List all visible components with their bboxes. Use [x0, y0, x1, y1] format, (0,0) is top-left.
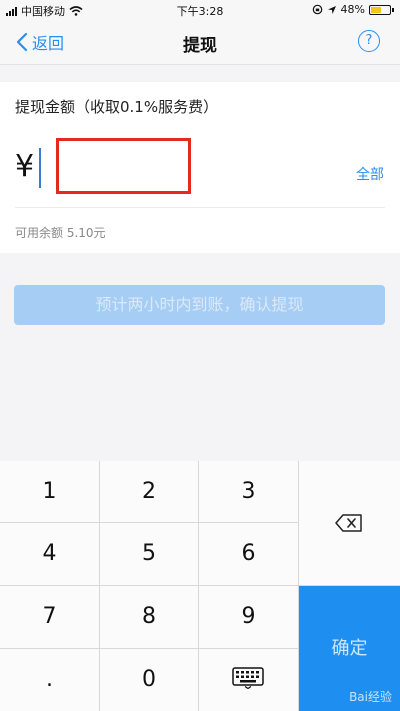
key-6[interactable]: 6: [199, 523, 298, 585]
withdraw-all-button[interactable]: 全部: [356, 164, 384, 184]
key-2[interactable]: 2: [100, 461, 198, 522]
key-9[interactable]: 9: [199, 586, 298, 648]
key-4[interactable]: 4: [0, 523, 99, 585]
battery-icon: [369, 4, 391, 15]
battery-cap: [392, 7, 394, 12]
amount-label: 提现金额（收取0.1%服务费）: [15, 98, 219, 116]
divider: [15, 207, 385, 208]
key-3[interactable]: 3: [199, 461, 298, 522]
help-icon[interactable]: ?: [358, 30, 380, 52]
currency-symbol: ¥: [15, 149, 35, 184]
key-7[interactable]: 7: [0, 586, 99, 648]
numeric-keypad: 1 2 3 4 5 6 7 8 9 . 0 确定 Bai经验: [0, 461, 400, 711]
key-0[interactable]: 0: [100, 649, 198, 711]
status-right: 48%: [312, 3, 394, 16]
text-cursor: [39, 148, 41, 188]
backspace-icon: [335, 514, 362, 532]
keyboard-icon: [232, 667, 264, 689]
amount-card: 提现金额（收取0.1%服务费） ¥ 全部 可用余额 5.10元: [0, 82, 400, 253]
nav-bar: 返回 提现 ?: [0, 20, 400, 65]
page-title: 提现: [183, 36, 217, 56]
confirm-withdraw-button[interactable]: 预计两小时内到账，确认提现: [14, 285, 385, 325]
amount-input[interactable]: [56, 138, 191, 194]
backspace-button[interactable]: [299, 461, 400, 585]
watermark: Bai经验: [349, 690, 392, 704]
key-8[interactable]: 8: [100, 586, 198, 648]
key-5[interactable]: 5: [100, 523, 198, 585]
key-dot[interactable]: .: [0, 649, 99, 711]
battery-percent: 48%: [340, 3, 365, 16]
lock-rotation-icon: [312, 4, 322, 15]
location-icon: [327, 5, 336, 14]
available-balance: 可用余额 5.10元: [15, 226, 106, 240]
status-bar: 中国移动 下午3:28 48%: [0, 0, 400, 20]
key-1[interactable]: 1: [0, 461, 99, 522]
hide-keyboard-button[interactable]: [199, 649, 298, 711]
